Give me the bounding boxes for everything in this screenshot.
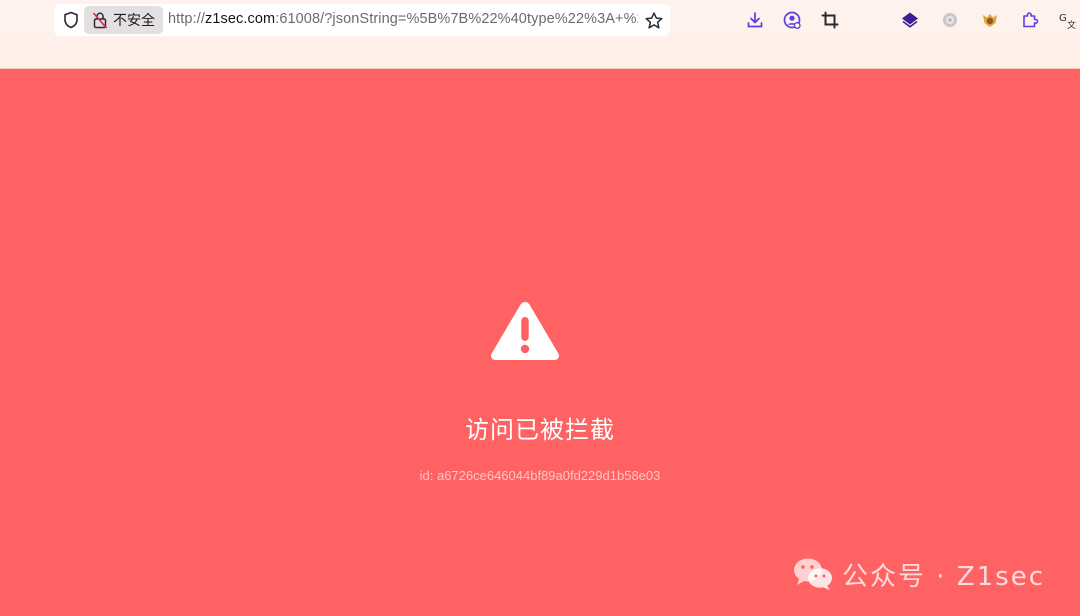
block-title: 访问已被拦截 <box>465 416 615 444</box>
wechat-icon <box>794 558 832 590</box>
wechat-watermark: 公众号 · Z1sec <box>792 556 1045 592</box>
watermark-text: 公众号 · Z1sec <box>842 561 1045 592</box>
download-icon[interactable] <box>745 10 765 30</box>
shield-icon[interactable] <box>62 11 80 29</box>
warning-icon <box>491 302 559 360</box>
translate-icon[interactable]: G文 <box>1058 10 1078 31</box>
svg-text:G: G <box>1059 13 1067 24</box>
svg-text:文: 文 <box>1067 19 1076 30</box>
account-icon[interactable] <box>782 10 802 30</box>
extension-layers-icon[interactable] <box>900 10 920 30</box>
url-text[interactable]: http://z1sec.com:61008/?jsonString=%5B%7… <box>168 11 638 31</box>
insecure-lock-icon <box>92 12 108 29</box>
url-host: z1sec.com <box>204 11 276 27</box>
screenshot-crop-icon[interactable] <box>820 10 840 30</box>
browser-toolbar: 不安全 http://z1sec.com:61008/?jsonString=%… <box>0 0 1080 69</box>
address-bar[interactable]: 不安全 http://z1sec.com:61008/?jsonString=%… <box>54 4 670 36</box>
security-label: 不安全 <box>113 13 155 29</box>
extensions-puzzle-icon[interactable] <box>1020 10 1040 30</box>
extension-fox-icon[interactable] <box>980 10 1000 30</box>
bookmark-star-icon[interactable] <box>644 11 664 31</box>
extension-gray-icon[interactable] <box>940 10 960 30</box>
request-id: id: a6726ce646044bf89a0fd229d1b58e03 <box>419 468 661 483</box>
url-prefix: http:// <box>168 11 205 27</box>
security-indicator[interactable]: 不安全 <box>84 6 163 34</box>
url-rest: :61008/?jsonString=%5B%7B%22%40type%22%3… <box>275 11 638 27</box>
